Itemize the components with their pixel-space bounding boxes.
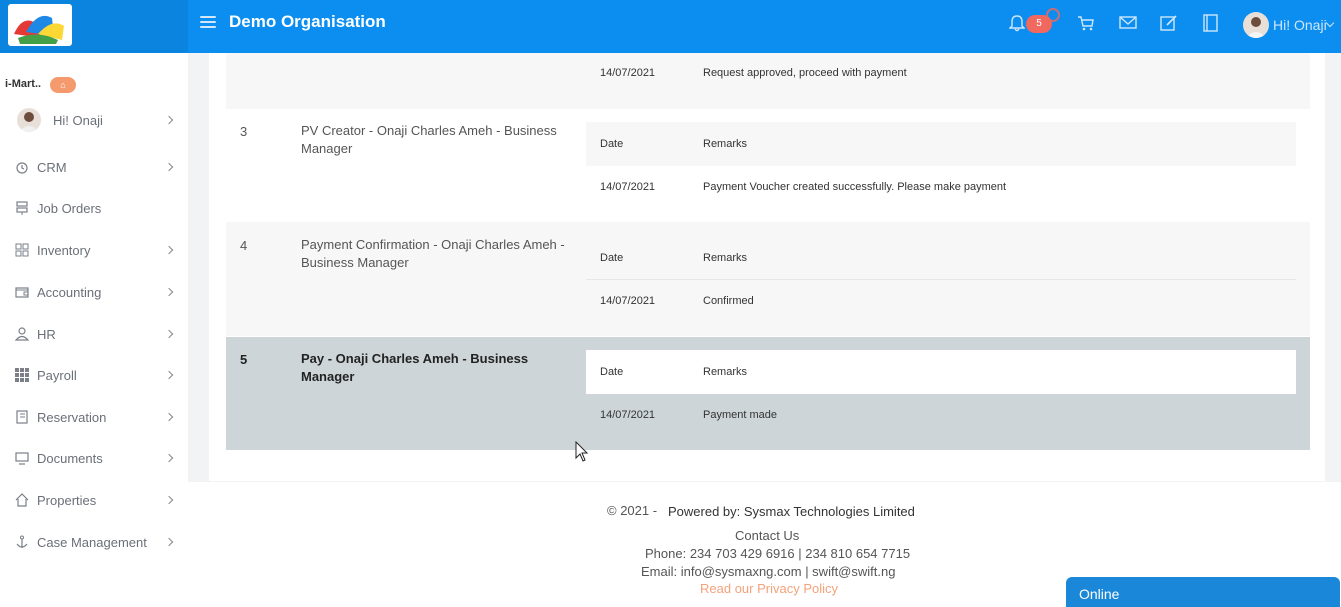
clock-icon [15,160,29,174]
remarks-table-header [586,122,1296,166]
approval-row [226,53,1310,109]
sidebar-item-crm[interactable]: CRM [0,152,188,182]
date-column-header: Date [600,138,624,150]
sidebar-item-label: Accounting [37,284,102,300]
person-icon [14,327,30,341]
store-home-badge[interactable]: ⌂ [50,77,76,93]
chevron-right-icon [164,453,174,463]
remark-text: Payment Voucher created successfully. Pl… [703,181,1007,193]
privacy-policy-link[interactable]: Read our Privacy Policy [700,581,838,596]
remark-date: 14/07/2021 [600,409,656,421]
book-icon[interactable] [1201,14,1219,32]
sidebar-item-profile[interactable]: Hi! Onaji [0,105,188,135]
sidebar-item-properties[interactable]: Properties [0,485,188,515]
edit-icon[interactable] [1160,14,1178,32]
sidebar-item-label: Reservation [37,409,107,425]
sidebar-item-accounting[interactable]: Accounting [0,277,188,307]
remarks-column-header: Remarks [703,252,748,264]
sidebar-item-documents[interactable]: Documents [0,443,188,473]
organisation-title: Demo Organisation [229,12,386,31]
chevron-right-icon [164,287,174,297]
chevron-right-icon [164,329,174,339]
apps-icon [15,368,29,382]
online-chat-widget[interactable]: Online [1066,577,1340,607]
monitor-icon [15,451,29,465]
notebook-icon [15,410,29,424]
home-icon [15,493,29,507]
remark-date: 14/07/2021 [600,295,656,307]
contact-title: Contact Us [735,528,800,543]
chevron-down-icon[interactable] [1325,18,1335,28]
powered-by-text: Powered by: Sysmax Technologies Limited [668,504,915,519]
anchor-icon [15,535,29,549]
notification-pulse-icon [1046,8,1060,22]
remark-date: 14/07/2021 [600,67,656,79]
sidebar-item-payroll[interactable]: Payroll [0,360,188,390]
remarks-table-header [586,350,1296,394]
grid-icon [15,243,29,257]
sidebar-item-label: Inventory [37,242,91,258]
sidebar-item-label: CRM [37,159,67,175]
remarks-column-header: Remarks [703,366,748,378]
date-column-header: Date [600,366,624,378]
sidebar-item-inventory[interactable]: Inventory [0,235,188,265]
bell-icon[interactable] [1009,14,1027,32]
logo-area [0,0,188,53]
chevron-right-icon [164,115,174,125]
row-number: 5 [240,352,248,367]
date-column-header: Date [600,252,624,264]
remark-text: Confirmed [703,295,754,307]
sidebar-item-label: Payroll [37,367,77,383]
mail-icon[interactable] [1119,14,1137,32]
remark-text: Payment made [703,409,777,421]
app-logo[interactable] [8,4,72,46]
sidebar-item-label: Documents [37,450,103,466]
mouse-cursor-icon [575,440,589,463]
sidebar-item-case-management[interactable]: Case Management [0,527,188,557]
chevron-right-icon [164,162,174,172]
store-name: i-Mart.. [5,78,42,90]
chevron-right-icon [164,495,174,505]
copyright-text: © 2021 - [607,503,658,518]
sidebar-item-job-orders[interactable]: Job Orders [0,193,188,223]
server-icon [15,201,29,215]
approval-stage: PV Creator - Onaji Charles Ameh - Busine… [301,123,557,156]
wallet-icon [15,285,29,299]
sidebar-item-label: Job Orders [37,200,102,216]
remarks-table-header [586,236,1296,280]
remarks-column-header: Remarks [703,138,748,150]
sidebar-item-label: HR [37,326,56,342]
approval-stage: Pay - Onaji Charles Ameh - Business Mana… [301,351,529,384]
user-avatar[interactable] [1243,12,1269,38]
remark-date: 14/07/2021 [600,181,656,193]
sidebar-item-label: Properties [37,492,97,508]
top-bar: Demo Organisation 5 Hi! Onaji [0,0,1341,53]
chat-status-label: Online [1079,586,1120,602]
profile-avatar [17,108,41,132]
sidebar-item-reservation[interactable]: Reservation [0,402,188,432]
remark-text: Request approved, proceed with payment [703,67,907,79]
sidebar-item-label: Hi! Onaji [53,112,103,128]
chevron-right-icon [164,412,174,422]
chevron-right-icon [164,537,174,547]
cart-icon[interactable] [1077,14,1095,32]
contact-email[interactable]: Email: info@sysmaxng.com | swift@swift.n… [641,564,895,579]
sidebar: i-Mart.. ⌂ Hi! Onaji CRM Job Orders Inve… [0,53,188,607]
menu-toggle-icon[interactable] [200,14,216,30]
chevron-right-icon [164,245,174,255]
user-greeting[interactable]: Hi! Onaji [1273,17,1327,33]
contact-phone: Phone: 234 703 429 6916 | 234 810 654 77… [645,546,911,561]
sidebar-item-hr[interactable]: HR [0,319,188,349]
row-number: 4 [240,238,248,253]
approval-stage: Payment Confirmation - Onaji Charles Ame… [301,237,565,270]
sidebar-item-label: Case Management [37,534,147,550]
row-number: 3 [240,124,248,139]
chevron-right-icon [164,370,174,380]
